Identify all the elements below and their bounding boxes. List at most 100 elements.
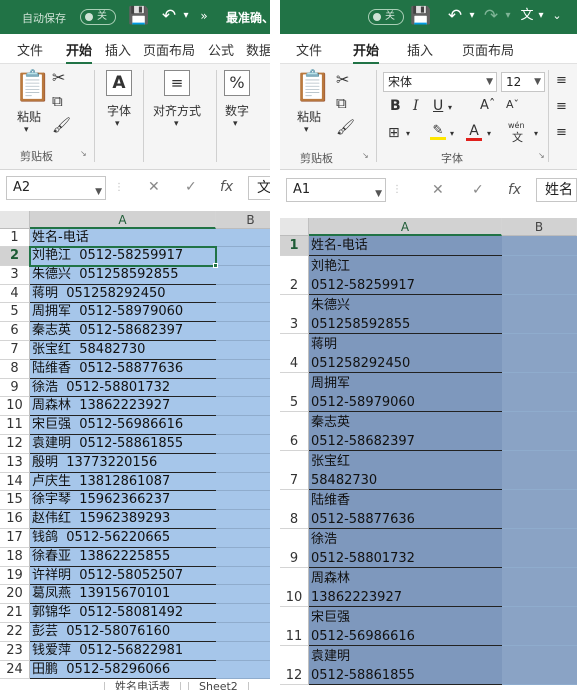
cut-icon[interactable]: ✂ <box>336 72 349 88</box>
cell-a[interactable]: 徐浩 0512-58801732 <box>30 378 216 398</box>
redo-icon[interactable]: ↷ <box>480 5 502 27</box>
cell-a[interactable]: 徐宇琴 15962366237 <box>30 491 216 511</box>
row-header[interactable]: 19 <box>0 566 30 586</box>
paste-dropdown-icon[interactable]: ▾ <box>24 126 29 135</box>
tab-insert[interactable]: 插入 <box>407 40 433 59</box>
cell-b[interactable] <box>216 378 270 398</box>
cell-a[interactable]: 田鹏 0512-58296066 <box>30 660 216 680</box>
cell-a[interactable]: 蒋明 051258292450 <box>309 334 502 373</box>
cell-b[interactable] <box>502 236 577 256</box>
tab-home[interactable]: 开始 <box>66 40 93 65</box>
row-header[interactable]: 8 <box>280 490 309 529</box>
tab-formulas[interactable]: 公式 <box>208 40 234 59</box>
cell-b[interactable] <box>216 229 270 247</box>
save-icon[interactable]: 💾 <box>128 5 150 27</box>
cell-b[interactable] <box>216 660 270 680</box>
align-icon[interactable]: ≡ <box>164 70 190 96</box>
row-header[interactable]: 10 <box>280 568 309 607</box>
cell-a[interactable]: 秦志英 0512-58682397 <box>309 412 502 451</box>
row-header[interactable]: 5 <box>0 303 30 323</box>
tab-file[interactable]: 文件 <box>296 40 322 59</box>
worksheet-grid[interactable]: A B 1 姓名-电话 2 刘艳江 0512-58259917 3 朱德兴 0512585… <box>280 218 577 690</box>
fill-handle[interactable] <box>213 262 218 268</box>
column-header-a[interactable]: A <box>309 218 502 236</box>
cell-b[interactable] <box>216 641 270 661</box>
cell-b[interactable] <box>502 373 577 412</box>
save-icon[interactable]: 💾 <box>410 5 432 27</box>
paste-icon[interactable]: 📋 <box>14 72 51 102</box>
sheet-tab-sheet2[interactable]: Sheet2 <box>188 681 249 690</box>
cell-a[interactable]: 陆维香 0512-58877636 <box>309 490 502 529</box>
chevron-down-icon[interactable]: ▼ <box>486 73 493 91</box>
row-header[interactable]: 10 <box>0 397 30 417</box>
cell-a[interactable]: 秦志英 0512-58682397 <box>30 322 216 341</box>
row-header[interactable]: 12 <box>0 435 30 454</box>
row-header[interactable]: 24 <box>0 660 30 680</box>
row-header[interactable]: 14 <box>0 472 30 492</box>
tab-data[interactable]: 数据 <box>246 40 270 59</box>
row-header[interactable]: 9 <box>280 529 309 568</box>
cancel-icon[interactable]: ✕ <box>148 179 160 195</box>
row-header[interactable]: 1 <box>280 236 309 256</box>
copy-icon[interactable]: ⧉ <box>336 96 347 111</box>
phonetic-dropdown-icon[interactable]: ▾ <box>536 5 546 27</box>
font-label[interactable]: 字体 <box>107 102 131 119</box>
paste-label[interactable]: 粘贴 <box>17 108 41 125</box>
enter-icon[interactable]: ✓ <box>472 182 484 198</box>
indent-icon[interactable]: ≡ <box>556 126 567 139</box>
cell-b[interactable] <box>216 284 270 304</box>
fill-color-icon[interactable]: ✎ <box>430 124 446 140</box>
column-header-a[interactable]: A <box>30 211 216 229</box>
cell-a[interactable]: 宋巨强 0512-56986616 <box>30 416 216 435</box>
cell-b[interactable] <box>502 529 577 568</box>
cell-b[interactable] <box>216 472 270 492</box>
cell-b[interactable] <box>216 585 270 605</box>
font-name-select[interactable]: 宋体 ▼ <box>383 72 497 92</box>
row-header[interactable]: 7 <box>0 341 30 360</box>
cell-b[interactable] <box>216 435 270 454</box>
font-dropdown-icon[interactable]: ▾ <box>115 120 120 129</box>
column-header-b[interactable]: B <box>216 211 270 229</box>
border-dropdown-icon[interactable]: ▾ <box>406 130 410 138</box>
row-header[interactable]: 21 <box>0 604 30 623</box>
cell-b[interactable] <box>502 412 577 451</box>
cell-b[interactable] <box>216 322 270 341</box>
cell-a[interactable]: 朱德兴 051258592855 <box>309 295 502 334</box>
insert-function-icon[interactable]: fx <box>508 182 521 198</box>
select-all-corner[interactable] <box>280 218 309 236</box>
font-icon[interactable]: A <box>106 70 132 96</box>
cell-a[interactable]: 周拥军 0512-58979060 <box>30 303 216 323</box>
number-label[interactable]: 数字 <box>225 102 249 119</box>
cell-a[interactable]: 张宝红 58482730 <box>30 341 216 360</box>
tab-page-layout[interactable]: 页面布局 <box>462 40 514 59</box>
row-header[interactable]: 12 <box>280 646 309 685</box>
row-header[interactable]: 4 <box>0 284 30 304</box>
cell-b[interactable] <box>216 453 270 473</box>
increase-font-icon[interactable]: Aˆ <box>480 99 495 112</box>
cell-a[interactable]: 袁建明 0512-58861855 <box>309 646 502 685</box>
row-header[interactable]: 2 <box>0 247 30 266</box>
row-header[interactable]: 16 <box>0 510 30 529</box>
italic-icon[interactable]: I <box>413 99 419 113</box>
cell-a[interactable]: 周拥军 0512-58979060 <box>309 373 502 412</box>
select-all-corner[interactable] <box>0 211 30 229</box>
cell-a[interactable]: 徐春亚 13862225855 <box>30 547 216 567</box>
underline-icon[interactable]: U <box>433 99 443 113</box>
cell-b[interactable] <box>502 568 577 607</box>
redo-dropdown-icon[interactable]: ▾ <box>502 5 514 27</box>
undo-icon[interactable]: ↶ <box>444 5 466 27</box>
font-color-icon[interactable]: A <box>466 124 482 141</box>
row-header[interactable]: 11 <box>0 416 30 435</box>
tab-page-layout[interactable]: 页面布局 <box>143 40 195 59</box>
number-dropdown-icon[interactable]: ▾ <box>233 120 238 129</box>
cell-a[interactable]: 卢庆生 13812861087 <box>30 472 216 492</box>
row-header[interactable]: 11 <box>280 607 309 646</box>
cell-b[interactable] <box>216 604 270 623</box>
cell-a[interactable]: 姓名-电话 <box>30 229 216 247</box>
cell-a[interactable]: 徐浩 0512-58801732 <box>309 529 502 568</box>
row-header[interactable]: 3 <box>0 265 30 285</box>
more-commands-icon[interactable]: » <box>196 5 212 27</box>
percent-icon[interactable]: % <box>224 70 250 96</box>
align-top-icon[interactable]: ≡ <box>556 74 567 87</box>
cell-a[interactable]: 赵伟红 15962389293 <box>30 510 216 529</box>
